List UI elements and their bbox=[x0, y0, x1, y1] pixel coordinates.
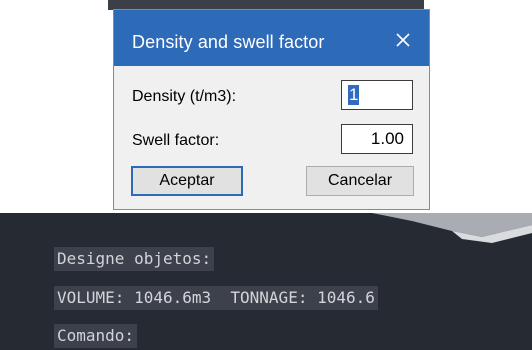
dialog-titlebar[interactable]: Density and swell factor bbox=[114, 10, 429, 66]
viewport-object-shape bbox=[372, 213, 532, 243]
console-line-command[interactable]: Comando: bbox=[54, 324, 138, 348]
swell-factor-input[interactable] bbox=[341, 124, 413, 154]
swell-factor-label: Swell factor: bbox=[132, 132, 220, 149]
console-line-result: VOLUME: 1046.6m3 TONNAGE: 1046.6 bbox=[54, 286, 378, 310]
cancel-button[interactable]: Cancelar bbox=[306, 166, 414, 196]
console-line-prompt: Designe objetos: bbox=[54, 247, 215, 271]
density-label: Density (t/m3): bbox=[132, 88, 237, 105]
command-console: Designe objetos: VOLUME: 1046.6m3 TONNAG… bbox=[0, 213, 532, 350]
accept-button[interactable]: Aceptar bbox=[131, 166, 243, 196]
close-icon bbox=[396, 33, 410, 47]
density-value: 1 bbox=[348, 85, 360, 105]
close-button[interactable] bbox=[387, 24, 419, 56]
density-input[interactable]: 1 bbox=[341, 80, 413, 110]
dialog-title: Density and swell factor bbox=[132, 32, 325, 52]
density-swell-dialog: Density and swell factor Density (t/m3):… bbox=[113, 9, 430, 210]
